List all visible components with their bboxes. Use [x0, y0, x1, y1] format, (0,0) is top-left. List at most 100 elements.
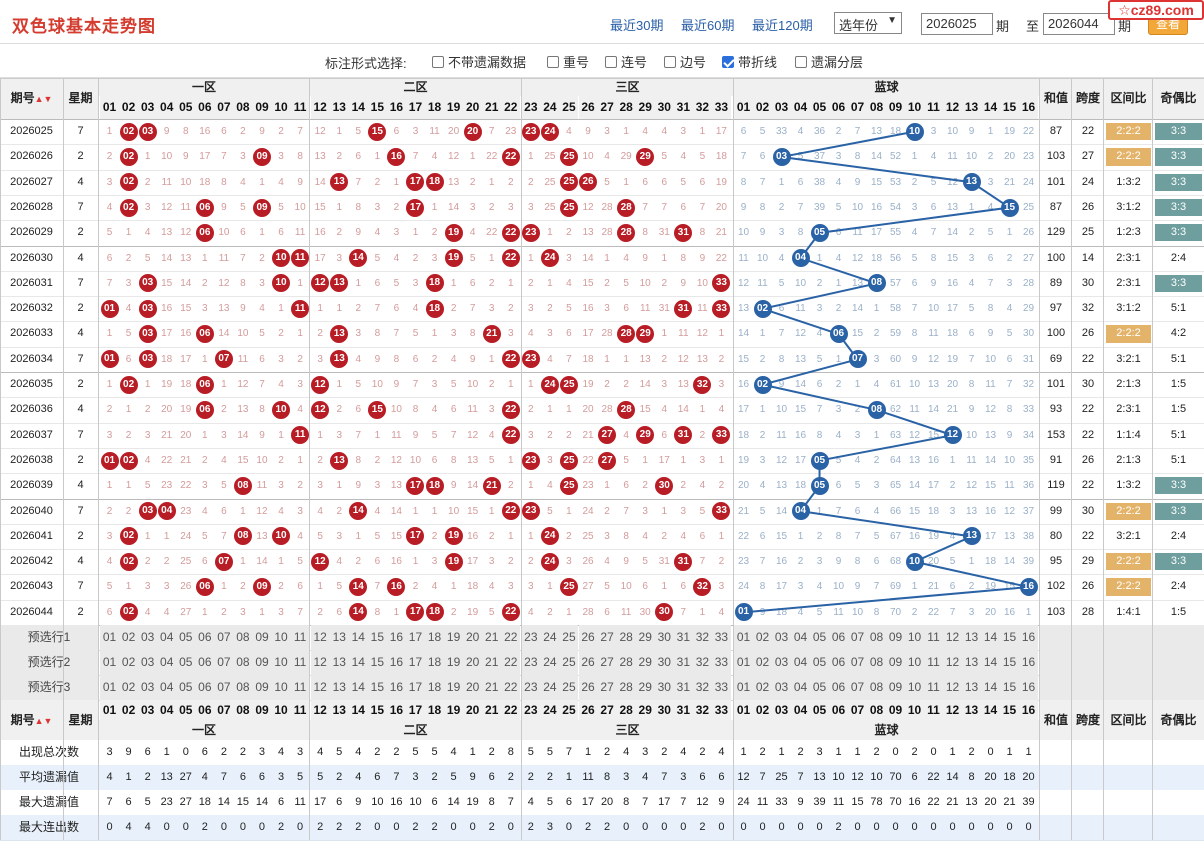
predict-cell[interactable]: 26 — [578, 675, 598, 700]
predict-cell[interactable]: 23 — [521, 625, 541, 650]
predict-cell[interactable]: 29 — [635, 625, 655, 650]
predict-cell[interactable]: 01 — [100, 625, 120, 650]
predict-cell[interactable]: 14 — [348, 675, 368, 700]
predict-cell[interactable]: 01 — [734, 625, 754, 650]
predict-cell[interactable]: 24 — [540, 625, 560, 650]
predict-cell[interactable]: 06 — [829, 650, 849, 675]
predict-cell[interactable]: 01 — [734, 675, 754, 700]
predict-cell[interactable]: 04 — [791, 650, 811, 675]
predict-cell[interactable]: 08 — [233, 675, 253, 700]
predict-cell[interactable]: 15 — [1000, 675, 1020, 700]
predict-cell[interactable]: 16 — [1019, 650, 1039, 675]
predict-cell[interactable]: 15 — [1000, 625, 1020, 650]
option-miss-layer[interactable]: 遗漏分层 — [795, 52, 863, 71]
predict-cell[interactable]: 28 — [616, 650, 636, 675]
predict-cell[interactable]: 04 — [157, 650, 177, 675]
predict-cell[interactable]: 31 — [673, 625, 693, 650]
predict-cell[interactable]: 13 — [329, 675, 349, 700]
predict-cell[interactable]: 06 — [829, 625, 849, 650]
predict-cell[interactable]: 32 — [692, 650, 712, 675]
predict-cell[interactable]: 07 — [214, 650, 234, 675]
predict-cell[interactable]: 07 — [848, 650, 868, 675]
predict-cell[interactable]: 12 — [310, 675, 330, 700]
predict-cell[interactable]: 04 — [157, 625, 177, 650]
predict-cell[interactable]: 05 — [810, 625, 830, 650]
recent-120-link[interactable]: 最近120期 — [752, 15, 813, 34]
predict-cell[interactable]: 03 — [138, 675, 158, 700]
predict-cell[interactable]: 30 — [654, 675, 674, 700]
predict-cell[interactable]: 23 — [521, 675, 541, 700]
predict-cell[interactable]: 32 — [692, 625, 712, 650]
predict-cell[interactable]: 18 — [425, 675, 445, 700]
predict-cell[interactable]: 04 — [791, 675, 811, 700]
predict-cell[interactable]: 11 — [290, 675, 310, 700]
predict-cell[interactable]: 03 — [138, 625, 158, 650]
option-line[interactable]: 带折线 — [722, 52, 777, 71]
predict-cell[interactable]: 09 — [252, 625, 272, 650]
year-select[interactable]: 选年份 ▼ — [834, 12, 902, 34]
predict-cell[interactable]: 11 — [924, 675, 944, 700]
predict-cell[interactable]: 04 — [791, 625, 811, 650]
predict-cell[interactable]: 09 — [252, 650, 272, 675]
predict-cell[interactable]: 16 — [386, 675, 406, 700]
predict-cell[interactable]: 03 — [772, 675, 792, 700]
predict-cell[interactable]: 30 — [654, 625, 674, 650]
predict-cell[interactable]: 01 — [100, 675, 120, 700]
predict-cell[interactable]: 06 — [195, 625, 215, 650]
predict-cell[interactable]: 12 — [943, 675, 963, 700]
checkbox-edge[interactable] — [664, 55, 676, 68]
predict-cell[interactable]: 24 — [540, 650, 560, 675]
predict-cell[interactable]: 33 — [711, 675, 731, 700]
predict-cell[interactable]: 18 — [425, 625, 445, 650]
predict-cell[interactable]: 08 — [867, 675, 887, 700]
predict-cell[interactable]: 06 — [829, 675, 849, 700]
predict-cell[interactable]: 16 — [1019, 675, 1039, 700]
predict-cell[interactable]: 26 — [578, 625, 598, 650]
sort-arrows-icon[interactable]: ▲▼ — [35, 94, 53, 104]
predict-cell[interactable]: 03 — [772, 650, 792, 675]
predict-cell[interactable]: 16 — [386, 625, 406, 650]
checkbox-no-miss[interactable] — [432, 55, 444, 68]
checkbox-consecutive[interactable] — [605, 55, 617, 68]
predict-cell[interactable]: 30 — [654, 650, 674, 675]
predict-cell[interactable]: 06 — [195, 650, 215, 675]
predict-cell[interactable]: 33 — [711, 650, 731, 675]
predict-cell[interactable]: 24 — [540, 675, 560, 700]
predict-cell[interactable]: 10 — [271, 675, 291, 700]
predict-cell[interactable]: 13 — [962, 675, 982, 700]
predict-cell[interactable]: 02 — [753, 650, 773, 675]
predict-cell[interactable]: 25 — [559, 650, 579, 675]
predict-cell[interactable]: 05 — [176, 675, 196, 700]
predict-cell[interactable]: 09 — [886, 625, 906, 650]
predict-cell[interactable]: 13 — [962, 625, 982, 650]
option-consecutive[interactable]: 连号 — [605, 52, 647, 71]
option-edge[interactable]: 边号 — [664, 52, 706, 71]
predict-cell[interactable]: 28 — [616, 675, 636, 700]
predict-cell[interactable]: 20 — [463, 675, 483, 700]
predict-cell[interactable]: 13 — [329, 625, 349, 650]
predict-cell[interactable]: 29 — [635, 650, 655, 675]
predict-cell[interactable]: 20 — [463, 625, 483, 650]
predict-cell[interactable]: 17 — [405, 625, 425, 650]
predict-cell[interactable]: 05 — [810, 650, 830, 675]
predict-cell[interactable]: 17 — [405, 650, 425, 675]
period-header[interactable]: 期号▲▼ — [0, 78, 63, 119]
predict-cell[interactable]: 12 — [943, 650, 963, 675]
predict-cell[interactable]: 20 — [463, 650, 483, 675]
predict-cell[interactable]: 10 — [271, 650, 291, 675]
predict-cell[interactable]: 19 — [444, 650, 464, 675]
predict-cell[interactable]: 19 — [444, 625, 464, 650]
predict-cell[interactable]: 07 — [214, 675, 234, 700]
predict-cell[interactable]: 10 — [271, 625, 291, 650]
predict-cell[interactable]: 31 — [673, 675, 693, 700]
predict-cell[interactable]: 07 — [848, 675, 868, 700]
predict-cell[interactable]: 14 — [981, 675, 1001, 700]
predict-cell[interactable]: 14 — [348, 650, 368, 675]
predict-cell[interactable]: 16 — [1019, 625, 1039, 650]
predict-cell[interactable]: 05 — [176, 650, 196, 675]
predict-cell[interactable]: 19 — [444, 675, 464, 700]
predict-cell[interactable]: 14 — [981, 625, 1001, 650]
predict-cell[interactable]: 14 — [348, 625, 368, 650]
predict-cell[interactable]: 29 — [635, 675, 655, 700]
sort-arrows-icon[interactable]: ▲▼ — [35, 716, 53, 726]
